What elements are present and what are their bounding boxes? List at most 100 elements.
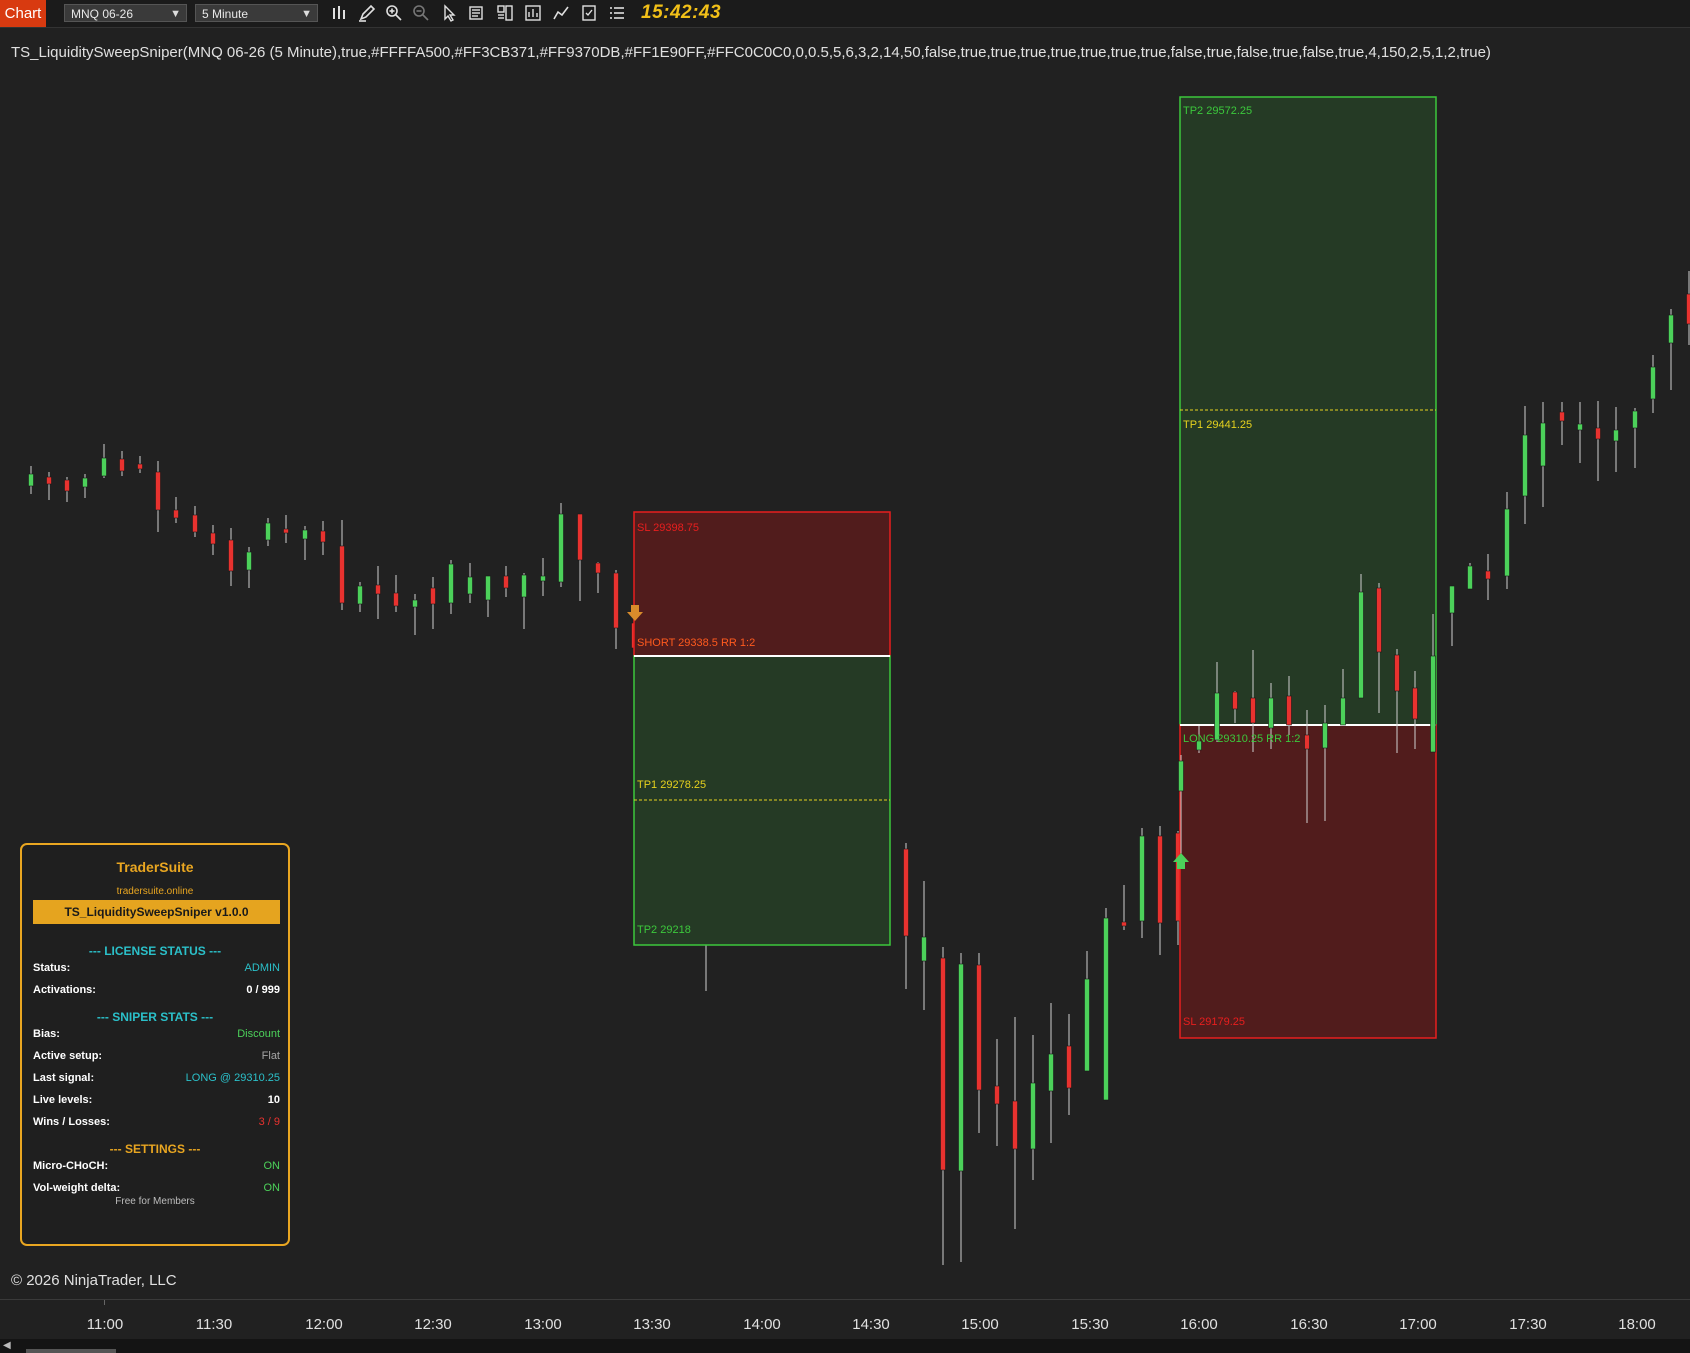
long-tp1-label: TP1 29441.25 xyxy=(1183,419,1252,431)
long-sl-label: SL 29179.25 xyxy=(1183,1016,1245,1028)
candle xyxy=(1030,1035,1036,1180)
scroll-left-icon[interactable]: ◀ xyxy=(3,1339,11,1353)
active-setup-row: Active setup: Flat xyxy=(33,1050,280,1066)
short-sl-label: SL 29398.75 xyxy=(637,522,699,534)
instrument-selector[interactable]: MNQ 06-26 ▼ xyxy=(64,4,187,22)
candle-body xyxy=(1394,654,1400,692)
candle xyxy=(1686,271,1690,345)
candle xyxy=(1139,828,1145,938)
scroll-thumb[interactable] xyxy=(26,1349,116,1353)
interval-value: 5 Minute xyxy=(202,7,249,21)
candle-body xyxy=(558,513,564,583)
candle-body xyxy=(64,479,70,492)
candle xyxy=(595,562,601,593)
candle xyxy=(1467,563,1473,590)
time-label: 12:30 xyxy=(414,1316,452,1333)
candle-body xyxy=(1084,978,1090,1072)
candle xyxy=(283,515,289,543)
live-levels-label: Live levels: xyxy=(33,1094,93,1106)
candle xyxy=(246,547,252,588)
candle-body xyxy=(994,1085,1000,1105)
candle xyxy=(46,472,52,500)
candle-body xyxy=(1686,293,1690,325)
time-label: 13:00 xyxy=(524,1316,562,1333)
time-axis[interactable]: 11:00 11:30 12:00 12:30 13:00 13:30 14:0… xyxy=(0,1299,1690,1340)
time-label: 17:00 xyxy=(1399,1316,1437,1333)
time-label: 16:00 xyxy=(1180,1316,1218,1333)
live-levels-value: 10 xyxy=(267,1094,280,1106)
data-box-icon[interactable] xyxy=(468,4,486,22)
candle xyxy=(1632,408,1638,468)
active-setup-value: Flat xyxy=(261,1050,280,1062)
candle-body xyxy=(82,477,88,488)
candle-body xyxy=(137,463,143,470)
strategies-icon[interactable] xyxy=(552,4,570,22)
candle-body xyxy=(155,471,161,511)
candle-body xyxy=(1613,429,1619,442)
candle-body xyxy=(1304,734,1310,750)
chart-trader-icon[interactable] xyxy=(496,4,514,22)
candle-body xyxy=(357,585,363,605)
candle-body xyxy=(283,528,289,534)
candle-body xyxy=(613,572,619,629)
wins-losses-value: 3 / 9 xyxy=(258,1116,280,1128)
time-tick xyxy=(104,1300,105,1305)
short-trade-zone xyxy=(633,511,891,946)
candle-body xyxy=(412,599,418,608)
candle xyxy=(1121,885,1127,930)
activations-label: Activations: xyxy=(33,984,96,996)
candle-body xyxy=(1250,697,1256,724)
candle-body xyxy=(393,592,399,607)
long-trade-zone xyxy=(1179,96,1437,1039)
templates-icon[interactable] xyxy=(580,4,598,22)
panel-url: tradersuite.online xyxy=(116,886,194,897)
candle xyxy=(1522,406,1528,524)
zoom-out-icon[interactable] xyxy=(412,4,430,22)
bias-label: Bias: xyxy=(33,1028,60,1040)
candle-body xyxy=(375,584,381,595)
candle xyxy=(64,477,70,502)
candle xyxy=(1358,574,1364,699)
last-signal-row: Last signal: LONG @ 29310.25 xyxy=(33,1072,280,1088)
time-label: 11:30 xyxy=(195,1316,233,1333)
candle-body xyxy=(485,575,491,601)
candle-body xyxy=(577,513,583,561)
candle xyxy=(613,570,619,649)
candle-body xyxy=(976,964,982,1091)
long-entry-label: LONG 29310.25 RR 1:2 xyxy=(1183,733,1300,745)
status-row: Status: ADMIN xyxy=(33,962,280,978)
time-label: 17:30 xyxy=(1509,1316,1547,1333)
candle xyxy=(994,1039,1000,1146)
candle xyxy=(393,575,399,612)
candle-body xyxy=(1178,760,1184,792)
candle-body xyxy=(228,539,234,572)
time-label: 12:00 xyxy=(305,1316,343,1333)
candle-body xyxy=(1632,410,1638,429)
clock: 15:42:43 xyxy=(641,2,722,23)
indicators-icon[interactable] xyxy=(524,4,542,22)
interval-selector[interactable]: 5 Minute ▼ xyxy=(195,4,318,22)
candle-body xyxy=(1504,508,1510,577)
properties-icon[interactable] xyxy=(608,4,626,22)
horizontal-scrollbar[interactable]: ◀ xyxy=(0,1339,1690,1353)
candle xyxy=(1485,554,1491,600)
bars-type-icon[interactable] xyxy=(331,4,349,22)
candle xyxy=(82,474,88,498)
candle xyxy=(228,528,234,586)
candle-body xyxy=(430,587,436,605)
candle-body xyxy=(1358,591,1364,699)
candle xyxy=(1066,1014,1072,1115)
candle-body xyxy=(1412,687,1418,720)
chart-tab[interactable]: Chart xyxy=(0,0,46,27)
cursor-icon[interactable] xyxy=(440,4,458,22)
candle xyxy=(1540,402,1546,507)
candle xyxy=(921,881,927,1010)
candle-body xyxy=(503,575,509,589)
candle-body xyxy=(1430,655,1436,753)
pencil-icon[interactable] xyxy=(358,4,376,22)
status-value: ADMIN xyxy=(244,962,280,974)
zoom-in-icon[interactable] xyxy=(385,4,403,22)
candle-body xyxy=(173,509,179,519)
candle-body xyxy=(1012,1100,1018,1150)
candle-body xyxy=(1322,722,1328,749)
